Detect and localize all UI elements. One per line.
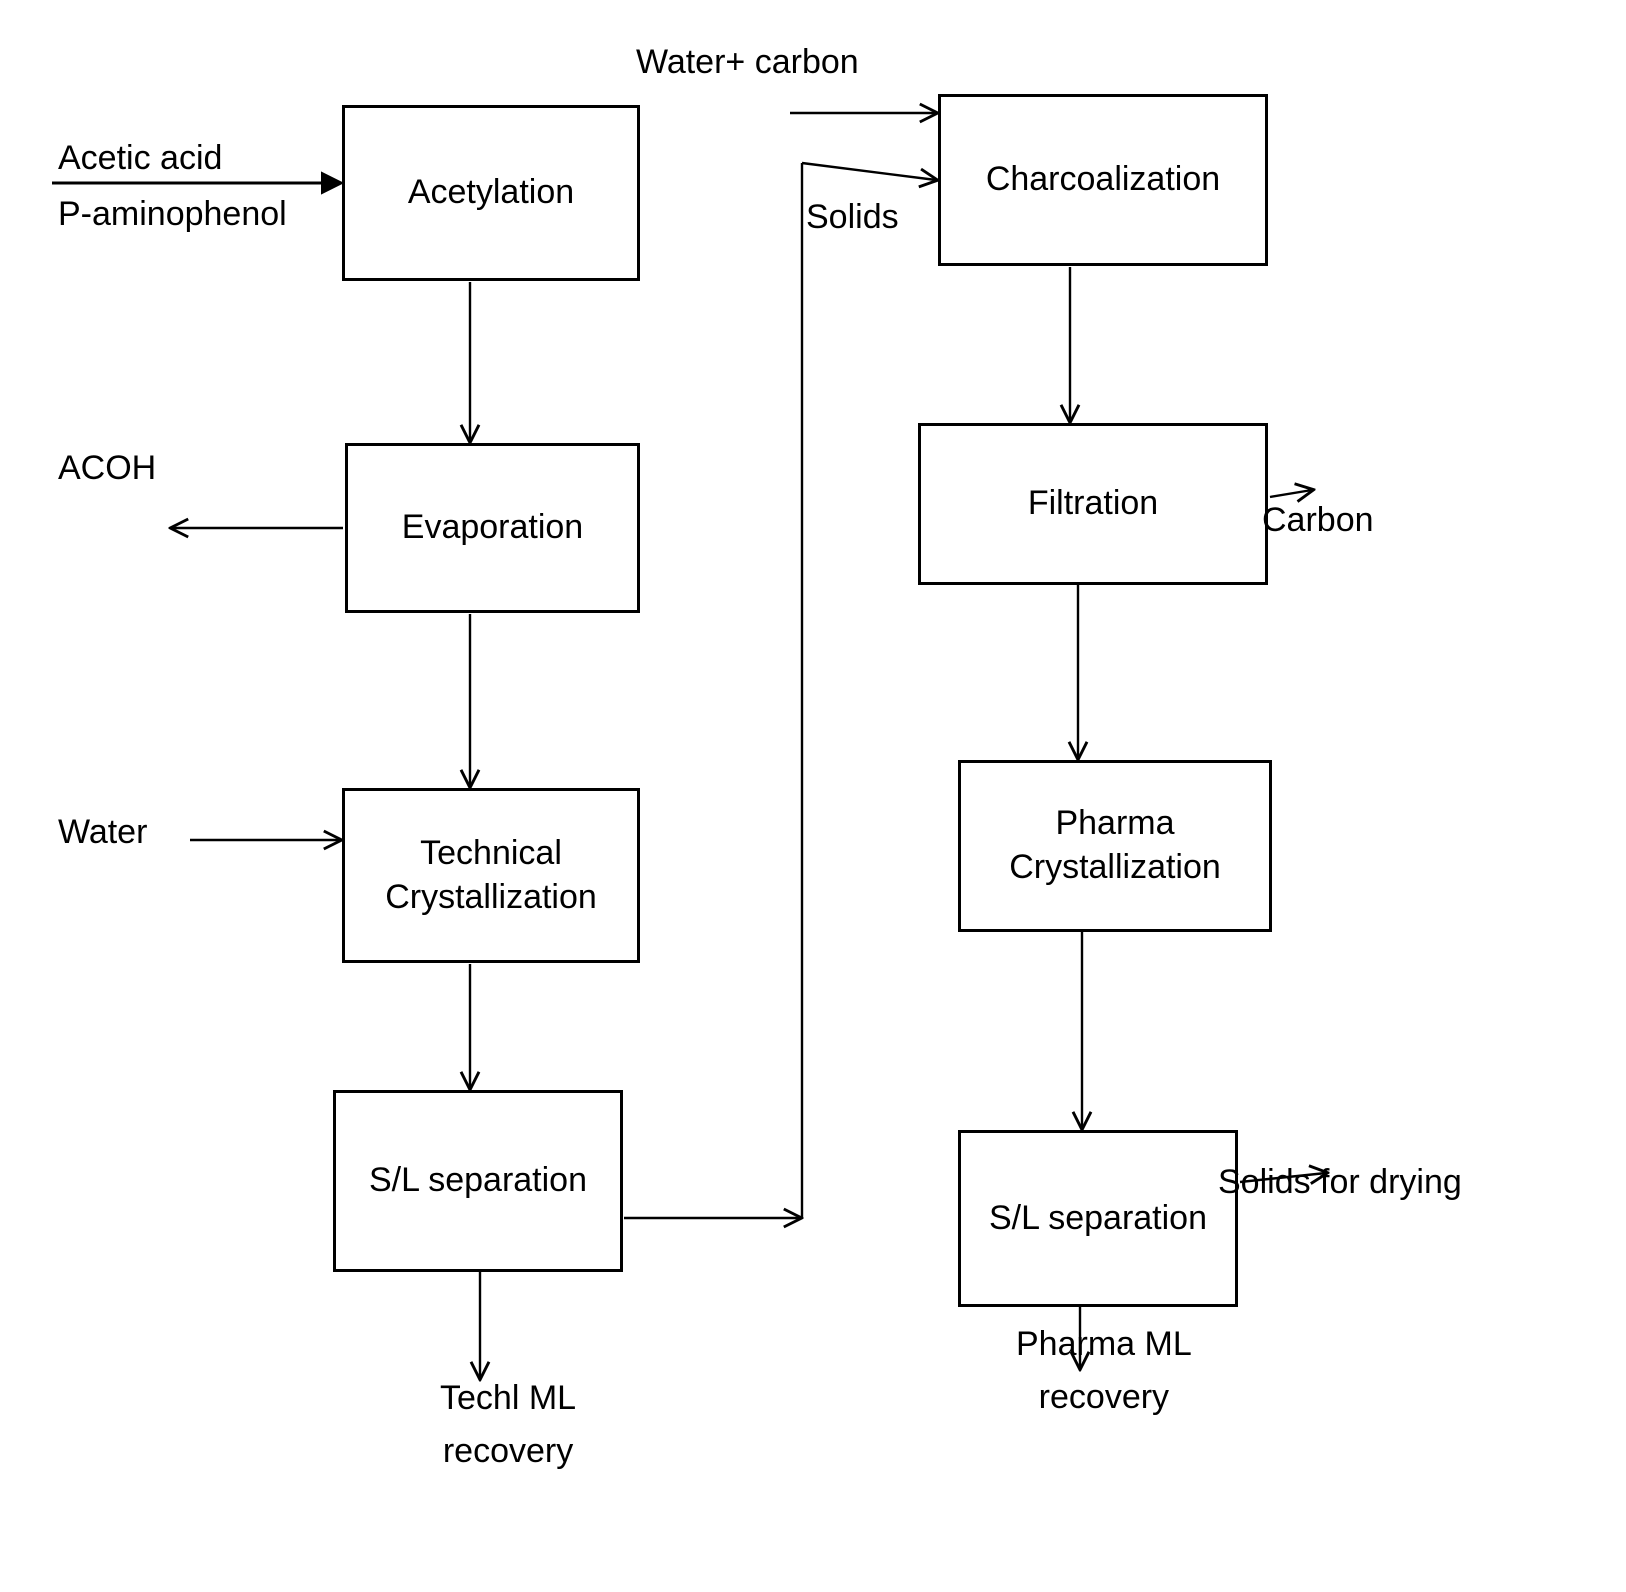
label-techl-ml-recovery: Techl ML recovery [440,1379,577,1470]
node-charcoalization[interactable]: Charcoalization [938,94,1268,266]
process-flow-diagram: Acetylation Evaporation Technical Crysta… [0,0,1626,1592]
label-pharma-ml-recovery: Pharma ML recovery [1016,1325,1192,1416]
node-pharma-crystallization-label: Pharma Crystallization [1009,804,1221,886]
node-acetylation-label: Acetylation [407,173,575,212]
node-filtration[interactable]: Filtration [918,423,1268,585]
node-pharma-crystallization[interactable]: Pharma Crystallization [958,760,1272,932]
node-technical-crystallization-label: Technical Crystallization [385,833,597,916]
node-sl-separation-left[interactable]: S/L separation [333,1090,623,1272]
node-acetylation[interactable]: Acetylation [342,105,640,281]
node-filtration-label: Filtration [1027,484,1159,523]
node-sl-separation-left-label: S/L separation [369,1161,587,1200]
label-solids-for-drying: Solids for drying [1218,1163,1462,1201]
label-water: Water [58,813,148,851]
label-acoh: ACOH [58,449,157,487]
label-solids: Solids [806,198,899,236]
label-acetic-acid: Acetic acid [58,139,223,177]
node-evaporation-label: Evaporation [401,508,584,547]
node-sl-separation-right-label: S/L separation [989,1198,1207,1237]
node-evaporation[interactable]: Evaporation [345,443,640,613]
arrow-filtration-to-carbon [1269,490,1312,497]
node-sl-separation-right[interactable]: S/L separation [958,1130,1238,1307]
node-charcoalization-label: Charcoalization [985,160,1221,199]
arrow-solids-into-charcoalization [801,161,936,180]
label-water-carbon: Water+ carbon [636,43,859,81]
node-technical-crystallization[interactable]: Technical Crystallization [342,788,640,963]
label-carbon: Carbon [1262,501,1374,539]
label-p-aminophenol: P-aminophenol [58,195,287,233]
